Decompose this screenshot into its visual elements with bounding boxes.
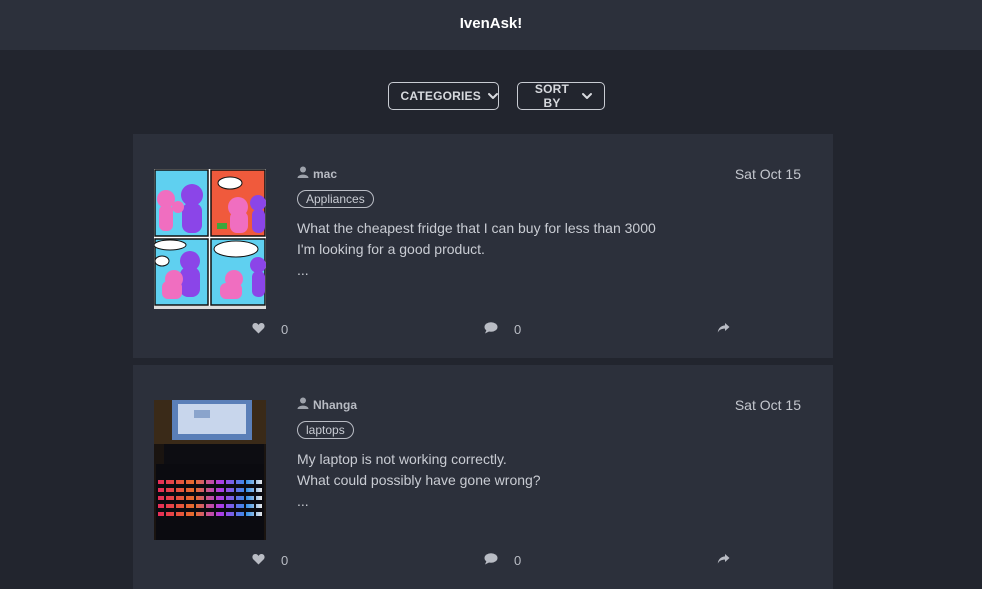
top-bar: IvenAsk! [0,0,982,50]
post-card[interactable]: mac Sat Oct 15 Appliances What the cheap… [133,134,833,358]
user-icon [297,166,309,181]
post-date: Sat Oct 15 [734,397,801,413]
user-icon [297,397,309,412]
category-tag[interactable]: Appliances [297,190,374,208]
post-line: What the cheapest fridge that I can buy … [297,220,656,236]
post-actions: 0 0 [133,322,833,342]
author-name: mac [313,166,338,181]
categories-dropdown-button[interactable]: CATEGORIES [387,82,499,110]
chevron-down-icon [581,90,593,102]
sort-by-dropdown-button[interactable]: SORT BY [516,82,605,110]
chevron-down-icon [487,90,499,102]
post-line: ... [297,493,309,509]
post-line: My laptop is not working correctly. [297,451,507,467]
comment-icon [484,322,498,337]
like-button[interactable]: 0 [252,322,288,337]
post-date: Sat Oct 15 [734,166,801,182]
sort-by-label: SORT BY [534,82,570,110]
comment-count: 0 [514,322,522,337]
like-count: 0 [281,322,289,337]
post-line: I'm looking for a good product. [297,241,485,257]
share-icon [717,322,730,337]
share-button[interactable] [717,322,730,337]
categories-label: CATEGORIES [400,89,481,103]
post-line: ... [297,262,309,278]
post-image[interactable] [154,169,266,309]
comment-button[interactable]: 0 [484,322,521,337]
filter-bar: CATEGORIES SORT BY [0,82,982,110]
post-image[interactable] [154,400,266,540]
author-name: Nhanga [313,397,358,412]
post-body[interactable]: My laptop is not working correctly. What… [297,449,541,512]
post-card[interactable]: Nhanga Sat Oct 15 laptops My laptop is n… [133,365,833,589]
post-line: What could possibly have gone wrong? [297,472,541,488]
post-author[interactable]: mac [297,166,337,181]
heart-icon [252,322,265,337]
post-author[interactable]: Nhanga [297,397,357,412]
post-body[interactable]: What the cheapest fridge that I can buy … [297,218,656,281]
category-tag[interactable]: laptops [297,421,354,439]
app-title[interactable]: IvenAsk! [460,15,523,32]
post-actions: 0 0 [133,553,833,573]
